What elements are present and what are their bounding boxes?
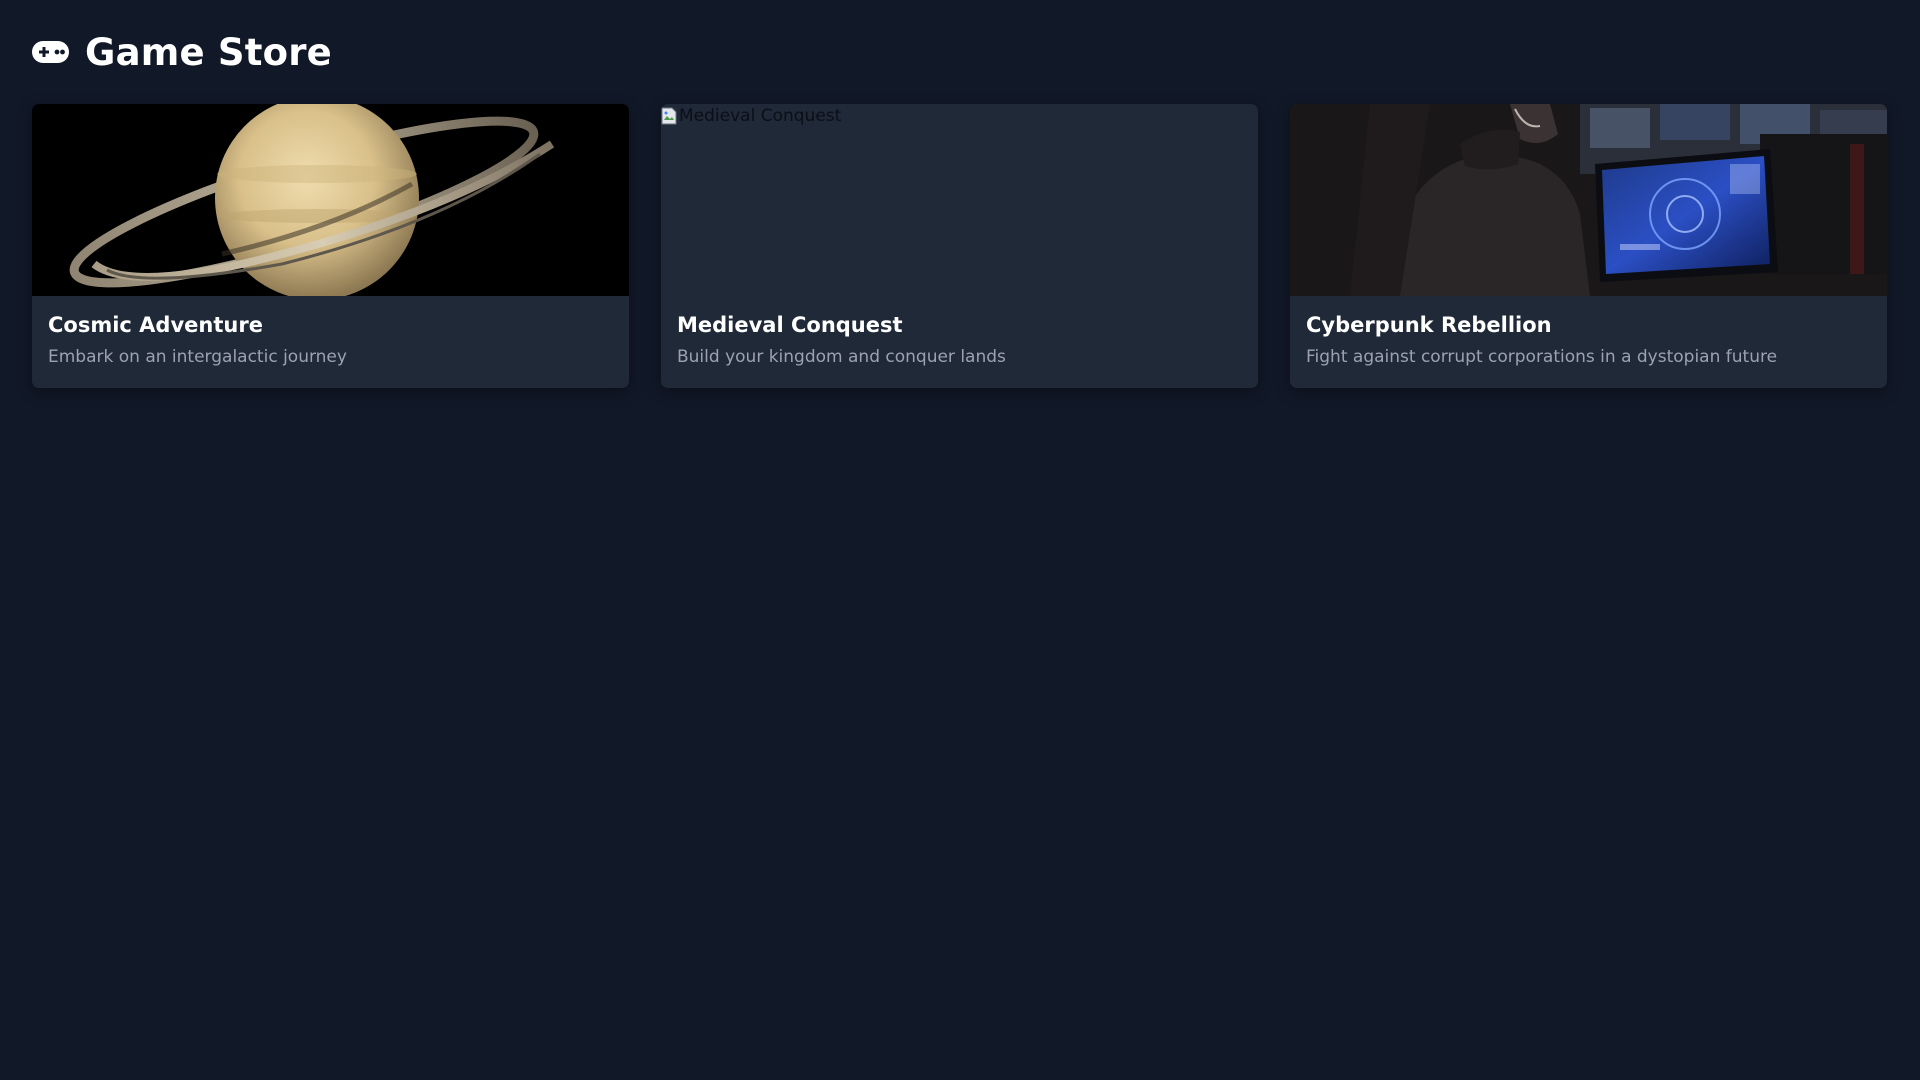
game-card-medieval-conquest[interactable]: Medieval Conquest Medieval Conquest Buil… <box>661 104 1258 388</box>
card-body: Cosmic Adventure Embark on an intergalac… <box>32 296 629 367</box>
game-image-cosmic-adventure[interactable] <box>32 104 629 296</box>
broken-image-placeholder: Medieval Conquest <box>661 106 841 126</box>
broken-image-alt-text: Medieval Conquest <box>679 106 842 126</box>
game-description: Fight against corrupt corporations in a … <box>1306 347 1778 367</box>
card-body: Cyberpunk Rebellion Fight against corrup… <box>1290 296 1887 367</box>
game-store-page: Game Store Cosmic Adventure Embark on an… <box>0 0 1920 1080</box>
game-description: Embark on an intergalactic journey <box>48 347 347 367</box>
game-card-cyberpunk-rebellion[interactable]: Cyberpunk Rebellion Fight against corrup… <box>1290 104 1887 388</box>
page-title: Game Store <box>85 30 332 74</box>
game-image-cyberpunk-rebellion[interactable] <box>1290 104 1887 296</box>
game-description: Build your kingdom and conquer lands <box>677 347 1006 367</box>
game-title[interactable]: Cyberpunk Rebellion <box>1306 313 1871 337</box>
gamepad-icon <box>32 41 69 63</box>
game-grid: Cosmic Adventure Embark on an intergalac… <box>32 104 1888 388</box>
game-title[interactable]: Cosmic Adventure <box>48 313 613 337</box>
page-header: Game Store <box>32 0 1888 104</box>
broken-image-icon <box>661 107 677 125</box>
game-card-cosmic-adventure[interactable]: Cosmic Adventure Embark on an intergalac… <box>32 104 629 388</box>
game-title[interactable]: Medieval Conquest <box>677 313 1242 337</box>
game-image-medieval-conquest[interactable]: Medieval Conquest <box>661 104 1258 296</box>
card-body: Medieval Conquest Build your kingdom and… <box>661 296 1258 367</box>
